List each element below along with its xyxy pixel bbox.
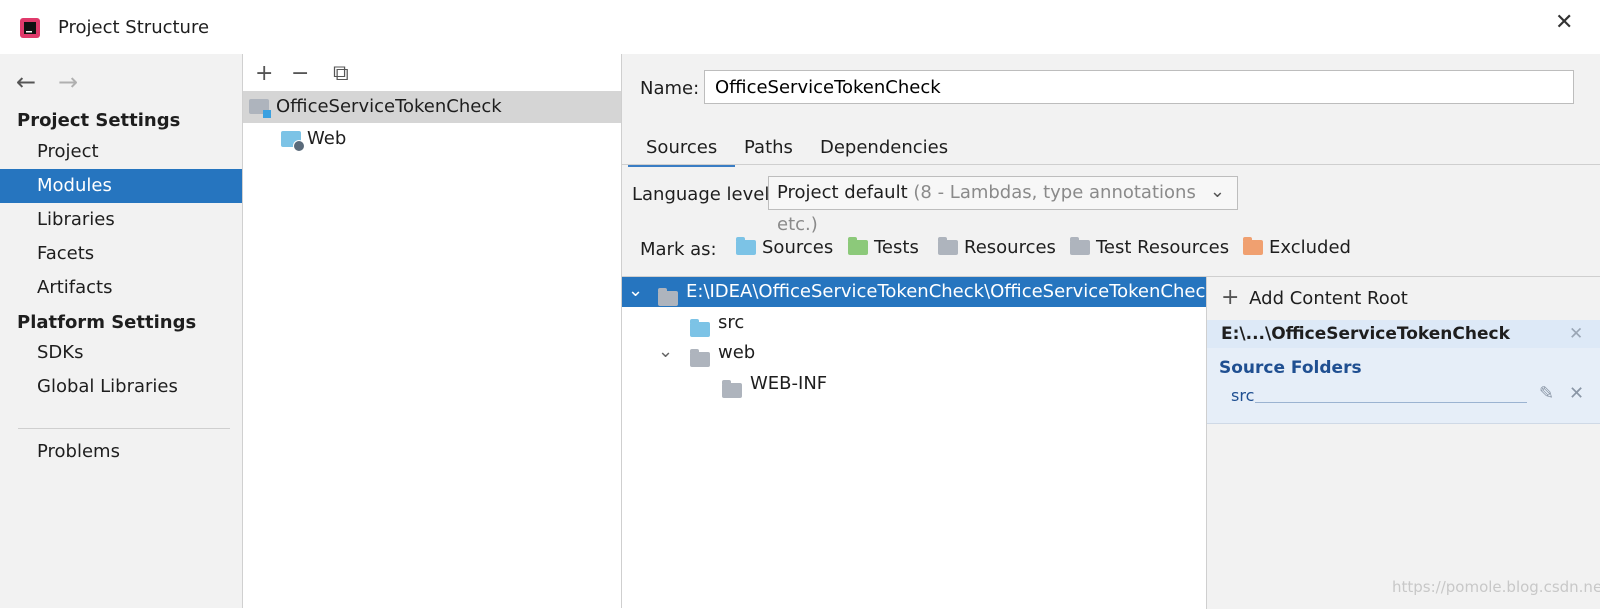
settings-sidebar: ← → Project Settings Project Modules Lib… — [0, 54, 243, 608]
source-folder-underline — [1255, 402, 1527, 403]
folder-icon — [722, 380, 742, 398]
test-resources-folder-icon — [1070, 237, 1090, 255]
add-content-root-label: Add Content Root — [1249, 288, 1408, 309]
platform-settings-heading: Platform Settings — [17, 312, 197, 333]
copy-icon[interactable]: ⧉ — [333, 61, 349, 86]
close-icon[interactable]: ✕ — [1555, 10, 1573, 35]
mark-resources-button[interactable]: Resources — [938, 237, 1056, 258]
sidebar-item-artifacts[interactable]: Artifacts — [0, 271, 242, 305]
mark-test-resources-label: Test Resources — [1096, 237, 1230, 258]
forward-arrow-icon[interactable]: → — [58, 68, 78, 96]
source-folder-icon — [690, 319, 710, 337]
remove-icon[interactable]: − — [291, 61, 309, 86]
sidebar-item-project[interactable]: Project — [0, 135, 242, 169]
tree-row-content-root[interactable]: ⌄ E:\IDEA\OfficeServiceTokenCheck\Office… — [622, 276, 1216, 307]
project-settings-heading: Project Settings — [17, 110, 181, 131]
tab-dependencies[interactable]: Dependencies — [802, 132, 966, 164]
edit-pencil-icon[interactable]: ✎ — [1539, 383, 1554, 404]
chevron-down-icon: ⌄ — [1209, 181, 1225, 202]
modules-panel: + − ⧉ OfficeServiceTokenCheck Web — [243, 54, 622, 608]
excluded-folder-icon — [1243, 237, 1263, 255]
module-label: OfficeServiceTokenCheck — [276, 96, 502, 117]
mark-sources-label: Sources — [762, 237, 834, 258]
tree-row-label: WEB-INF — [750, 373, 828, 394]
tree-row-label: src — [718, 312, 745, 333]
source-folders-section: Source Folders src ✎ ✕ — [1207, 348, 1600, 424]
tests-folder-icon — [848, 237, 868, 255]
content-tree: ⌄ E:\IDEA\OfficeServiceTokenCheck\Office… — [622, 276, 1216, 609]
tree-row-label: E:\IDEA\OfficeServiceTokenCheck\OfficeSe… — [686, 281, 1216, 302]
tab-sources[interactable]: Sources — [628, 132, 736, 167]
resources-folder-icon — [938, 237, 958, 255]
sidebar-item-problems[interactable]: Problems — [0, 435, 242, 469]
module-row-web[interactable]: Web — [243, 123, 621, 155]
add-content-root-button[interactable]: + Add Content Root — [1221, 283, 1408, 313]
window-title: Project Structure — [58, 17, 210, 38]
content-roots-panel: + Add Content Root E:\...\OfficeServiceT… — [1206, 276, 1600, 609]
content-root-header: E:\...\OfficeServiceTokenCheck ✕ — [1207, 320, 1600, 348]
watermark-text: https://pomole.blog.csdn.net — [1392, 578, 1600, 596]
title-bar: Project Structure ✕ — [0, 0, 1600, 54]
tab-paths[interactable]: Paths — [726, 132, 811, 164]
language-level-value: Project default — [777, 182, 908, 203]
source-folder-item[interactable]: src — [1231, 386, 1254, 405]
sidebar-item-global-libraries[interactable]: Global Libraries — [0, 370, 242, 404]
mark-tests-button[interactable]: Tests — [848, 237, 919, 258]
content-root-path: E:\...\OfficeServiceTokenCheck — [1221, 324, 1510, 344]
tree-row-web-inf[interactable]: WEB-INF — [622, 369, 1206, 399]
remove-source-icon[interactable]: ✕ — [1569, 383, 1584, 404]
mark-as-label: Mark as: — [640, 239, 717, 260]
module-name-input[interactable] — [704, 70, 1574, 104]
sources-folder-icon — [736, 237, 756, 255]
sidebar-item-sdks[interactable]: SDKs — [0, 336, 242, 370]
facet-label: Web — [307, 128, 347, 149]
chevron-down-icon[interactable]: ⌄ — [658, 337, 673, 367]
remove-root-icon[interactable]: ✕ — [1569, 320, 1583, 348]
globe-icon — [293, 140, 305, 152]
module-badge-icon — [263, 110, 271, 118]
plus-icon: + — [1221, 285, 1240, 310]
mark-test-resources-button[interactable]: Test Resources — [1070, 237, 1229, 258]
sidebar-item-modules[interactable]: Modules — [0, 169, 242, 203]
source-folders-heading: Source Folders — [1219, 358, 1362, 378]
back-arrow-icon[interactable]: ← — [16, 68, 36, 96]
mark-sources-button[interactable]: Sources — [736, 237, 833, 258]
language-level-select[interactable]: Project default (8 - Lambdas, type annot… — [768, 176, 1238, 235]
intellij-app-icon — [20, 18, 40, 38]
mark-excluded-label: Excluded — [1269, 237, 1351, 258]
name-label: Name: — [640, 78, 700, 99]
chevron-down-icon[interactable]: ⌄ — [628, 276, 643, 306]
module-row-officeservicetokencheck[interactable]: OfficeServiceTokenCheck — [243, 91, 621, 123]
mark-resources-label: Resources — [964, 237, 1056, 258]
tree-row-src[interactable]: src — [622, 308, 1206, 338]
sidebar-separator — [18, 428, 230, 429]
mark-tests-label: Tests — [874, 237, 919, 258]
sidebar-item-facets[interactable]: Facets — [0, 237, 242, 271]
mark-excluded-button[interactable]: Excluded — [1243, 237, 1351, 258]
tab-divider — [622, 164, 1600, 165]
folder-icon — [658, 288, 678, 306]
tree-row-web[interactable]: ⌄ web — [622, 338, 1206, 368]
sidebar-item-libraries[interactable]: Libraries — [0, 203, 242, 237]
language-level-label: Language level: — [632, 184, 776, 205]
tree-row-label: web — [718, 342, 756, 363]
add-icon[interactable]: + — [255, 61, 273, 86]
folder-icon — [690, 349, 710, 367]
